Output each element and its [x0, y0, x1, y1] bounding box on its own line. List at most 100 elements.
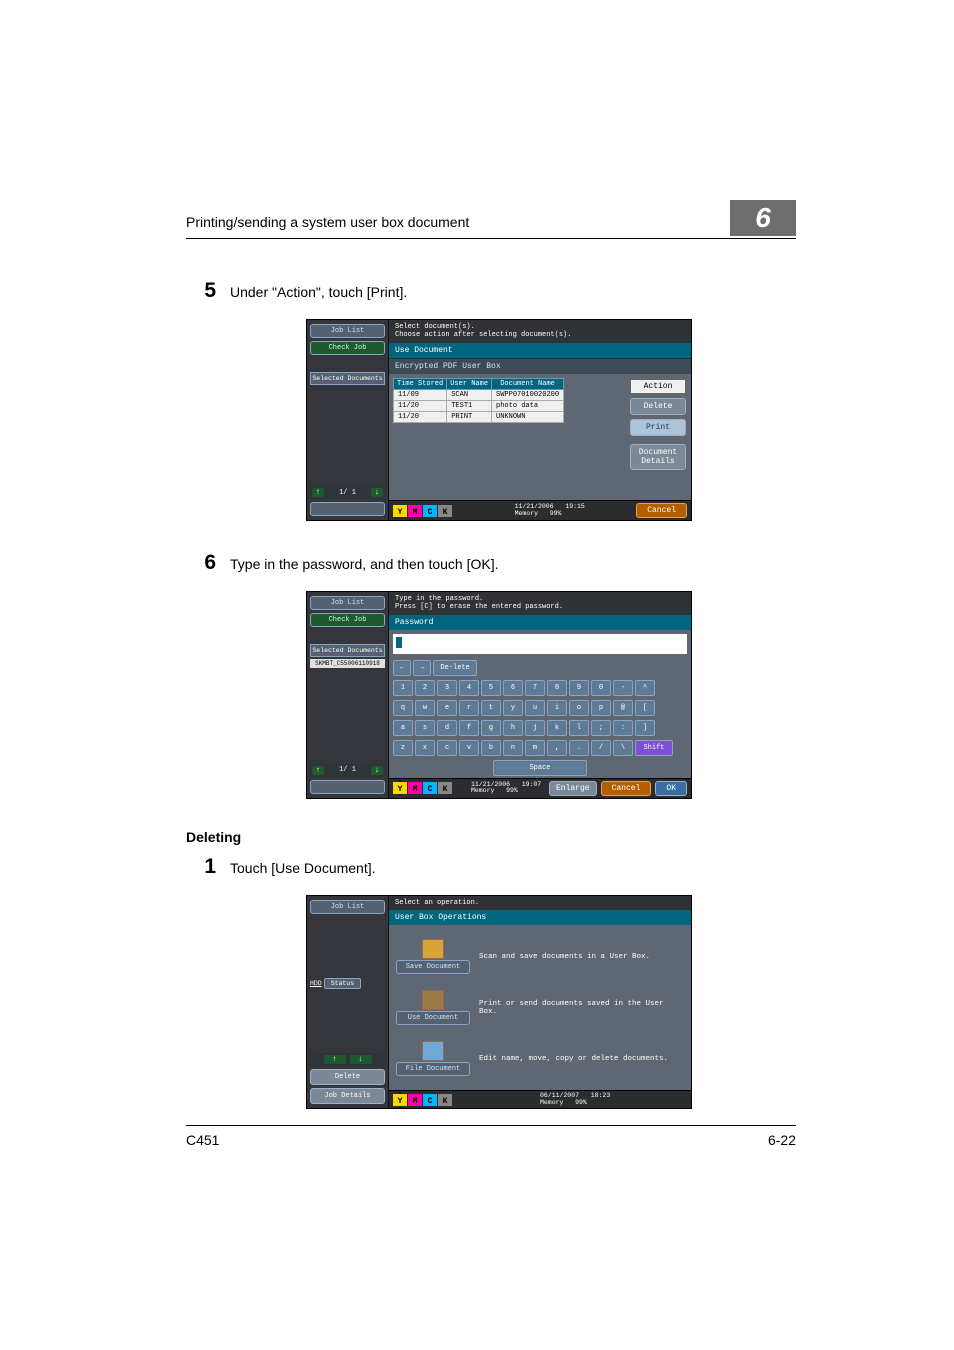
enlarge-button[interactable]: Enlarge: [549, 781, 597, 796]
reset-button[interactable]: [310, 502, 385, 516]
keyboard-key[interactable]: v: [459, 740, 479, 756]
keyboard-key[interactable]: m: [525, 740, 545, 756]
table-row[interactable]: 11/20PRINTUNKNOWN: [394, 411, 564, 422]
keyboard-key[interactable]: 9: [569, 680, 589, 696]
status-button[interactable]: Status: [324, 978, 361, 989]
print-button[interactable]: Print: [630, 419, 686, 436]
keyboard-key[interactable]: t: [481, 700, 501, 716]
keyboard-key[interactable]: b: [481, 740, 501, 756]
keyboard-key[interactable]: o: [569, 700, 589, 716]
table-row[interactable]: 11/20TEST1photo data: [394, 400, 564, 411]
keyboard-key[interactable]: j: [525, 720, 545, 736]
toner-k-icon: K: [438, 505, 452, 517]
use-document-tab[interactable]: Use Document: [389, 343, 691, 358]
reset-button[interactable]: [310, 780, 385, 794]
keyboard-key[interactable]: 8: [547, 680, 567, 696]
keyboard-key[interactable]: g: [481, 720, 501, 736]
keyboard-key[interactable]: z: [393, 740, 413, 756]
keyboard-key[interactable]: 6: [503, 680, 523, 696]
toner-c-icon: C: [423, 1094, 437, 1106]
user-box-operations-tab[interactable]: User Box Operations: [389, 910, 691, 925]
job-list-button[interactable]: Job List: [310, 324, 385, 338]
keyboard-key[interactable]: 3: [437, 680, 457, 696]
keyboard-key[interactable]: n: [503, 740, 523, 756]
keyboard-key[interactable]: ;: [591, 720, 611, 736]
keyboard-key[interactable]: \: [613, 740, 633, 756]
pager-value: 1/ 1: [339, 766, 356, 774]
save-document-button[interactable]: Save Document: [396, 960, 470, 974]
pager-down-icon[interactable]: ↓: [371, 766, 383, 775]
delete-key[interactable]: De-lete: [433, 660, 476, 676]
keyboard-key[interactable]: e: [437, 700, 457, 716]
keyboard-key[interactable]: [: [635, 700, 655, 716]
keyboard-key[interactable]: 7: [525, 680, 545, 696]
keyboard-key[interactable]: ^: [635, 680, 655, 696]
check-job-button[interactable]: Check Job: [310, 341, 385, 355]
job-list-button[interactable]: Job List: [310, 596, 385, 610]
keyboard-key[interactable]: @: [613, 700, 633, 716]
keyboard-key[interactable]: c: [437, 740, 457, 756]
keyboard-key[interactable]: k: [547, 720, 567, 736]
keyboard-key[interactable]: a: [393, 720, 413, 736]
keyboard-key[interactable]: f: [459, 720, 479, 736]
toner-indicator: Y M C K: [393, 1094, 540, 1106]
col-doc[interactable]: Document Name: [492, 378, 564, 389]
keyboard-key[interactable]: ,: [547, 740, 567, 756]
pager-up-icon[interactable]: ↑: [312, 766, 324, 775]
arrow-left-key[interactable]: ←: [393, 660, 411, 676]
keyboard-key[interactable]: 2: [415, 680, 435, 696]
table-row[interactable]: 11/09SCANSWPP07010020200: [394, 389, 564, 400]
keyboard-key[interactable]: 5: [481, 680, 501, 696]
document-table: Time Stored User Name Document Name 11/0…: [393, 378, 564, 423]
cancel-button[interactable]: Cancel: [636, 503, 687, 518]
use-document-button[interactable]: Use Document: [396, 1011, 470, 1025]
pager-up-icon[interactable]: ↑: [312, 488, 324, 497]
keyboard-key[interactable]: l: [569, 720, 589, 736]
delete-button[interactable]: Delete: [310, 1069, 385, 1085]
keyboard-key[interactable]: -: [613, 680, 633, 696]
keyboard-key[interactable]: y: [503, 700, 523, 716]
arrow-right-key[interactable]: →: [413, 660, 431, 676]
keyboard-key[interactable]: 0: [591, 680, 611, 696]
toner-y-icon: Y: [393, 1094, 407, 1106]
job-list-button[interactable]: Job List: [310, 900, 385, 914]
chapter-number: 6: [730, 200, 796, 236]
instruction-text: Select document(s). Choose action after …: [389, 320, 691, 343]
pager-down-icon[interactable]: ↓: [371, 488, 383, 497]
document-details-button[interactable]: Document Details: [630, 444, 686, 470]
ok-button[interactable]: OK: [655, 781, 687, 796]
toner-k-icon: K: [438, 1094, 452, 1106]
keyboard-key[interactable]: d: [437, 720, 457, 736]
delete-button[interactable]: Delete: [630, 398, 686, 415]
keyboard-key[interactable]: r: [459, 700, 479, 716]
col-time[interactable]: Time Stored: [394, 378, 447, 389]
keyboard-key[interactable]: ]: [635, 720, 655, 736]
file-document-button[interactable]: File Document: [396, 1062, 470, 1076]
check-job-button[interactable]: Check Job: [310, 613, 385, 627]
toner-c-icon: C: [423, 505, 437, 517]
keyboard-key[interactable]: h: [503, 720, 523, 736]
password-input[interactable]: [393, 634, 687, 654]
box-title: Encrypted PDF User Box: [389, 358, 691, 374]
job-details-button[interactable]: Job Details: [310, 1088, 385, 1104]
keyboard-key[interactable]: s: [415, 720, 435, 736]
keyboard-key[interactable]: x: [415, 740, 435, 756]
col-user[interactable]: User Name: [447, 378, 492, 389]
keyboard-key[interactable]: /: [591, 740, 611, 756]
keyboard-key[interactable]: q: [393, 700, 413, 716]
keyboard-key[interactable]: i: [547, 700, 567, 716]
keyboard-key[interactable]: .: [569, 740, 589, 756]
toner-indicator: Y M C K: [393, 782, 471, 794]
keyboard-key[interactable]: 1: [393, 680, 413, 696]
keyboard-key[interactable]: 4: [459, 680, 479, 696]
pager-up-icon[interactable]: ↑: [324, 1055, 346, 1064]
keyboard-key[interactable]: u: [525, 700, 545, 716]
selected-doc-item[interactable]: SKMBT_C55006110918: [310, 659, 385, 668]
space-key[interactable]: Space: [493, 760, 587, 776]
cancel-button[interactable]: Cancel: [601, 781, 652, 796]
pager-down-icon[interactable]: ↓: [350, 1055, 372, 1064]
keyboard-key[interactable]: p: [591, 700, 611, 716]
keyboard-key[interactable]: w: [415, 700, 435, 716]
shift-key[interactable]: Shift: [635, 740, 673, 756]
keyboard-key[interactable]: :: [613, 720, 633, 736]
